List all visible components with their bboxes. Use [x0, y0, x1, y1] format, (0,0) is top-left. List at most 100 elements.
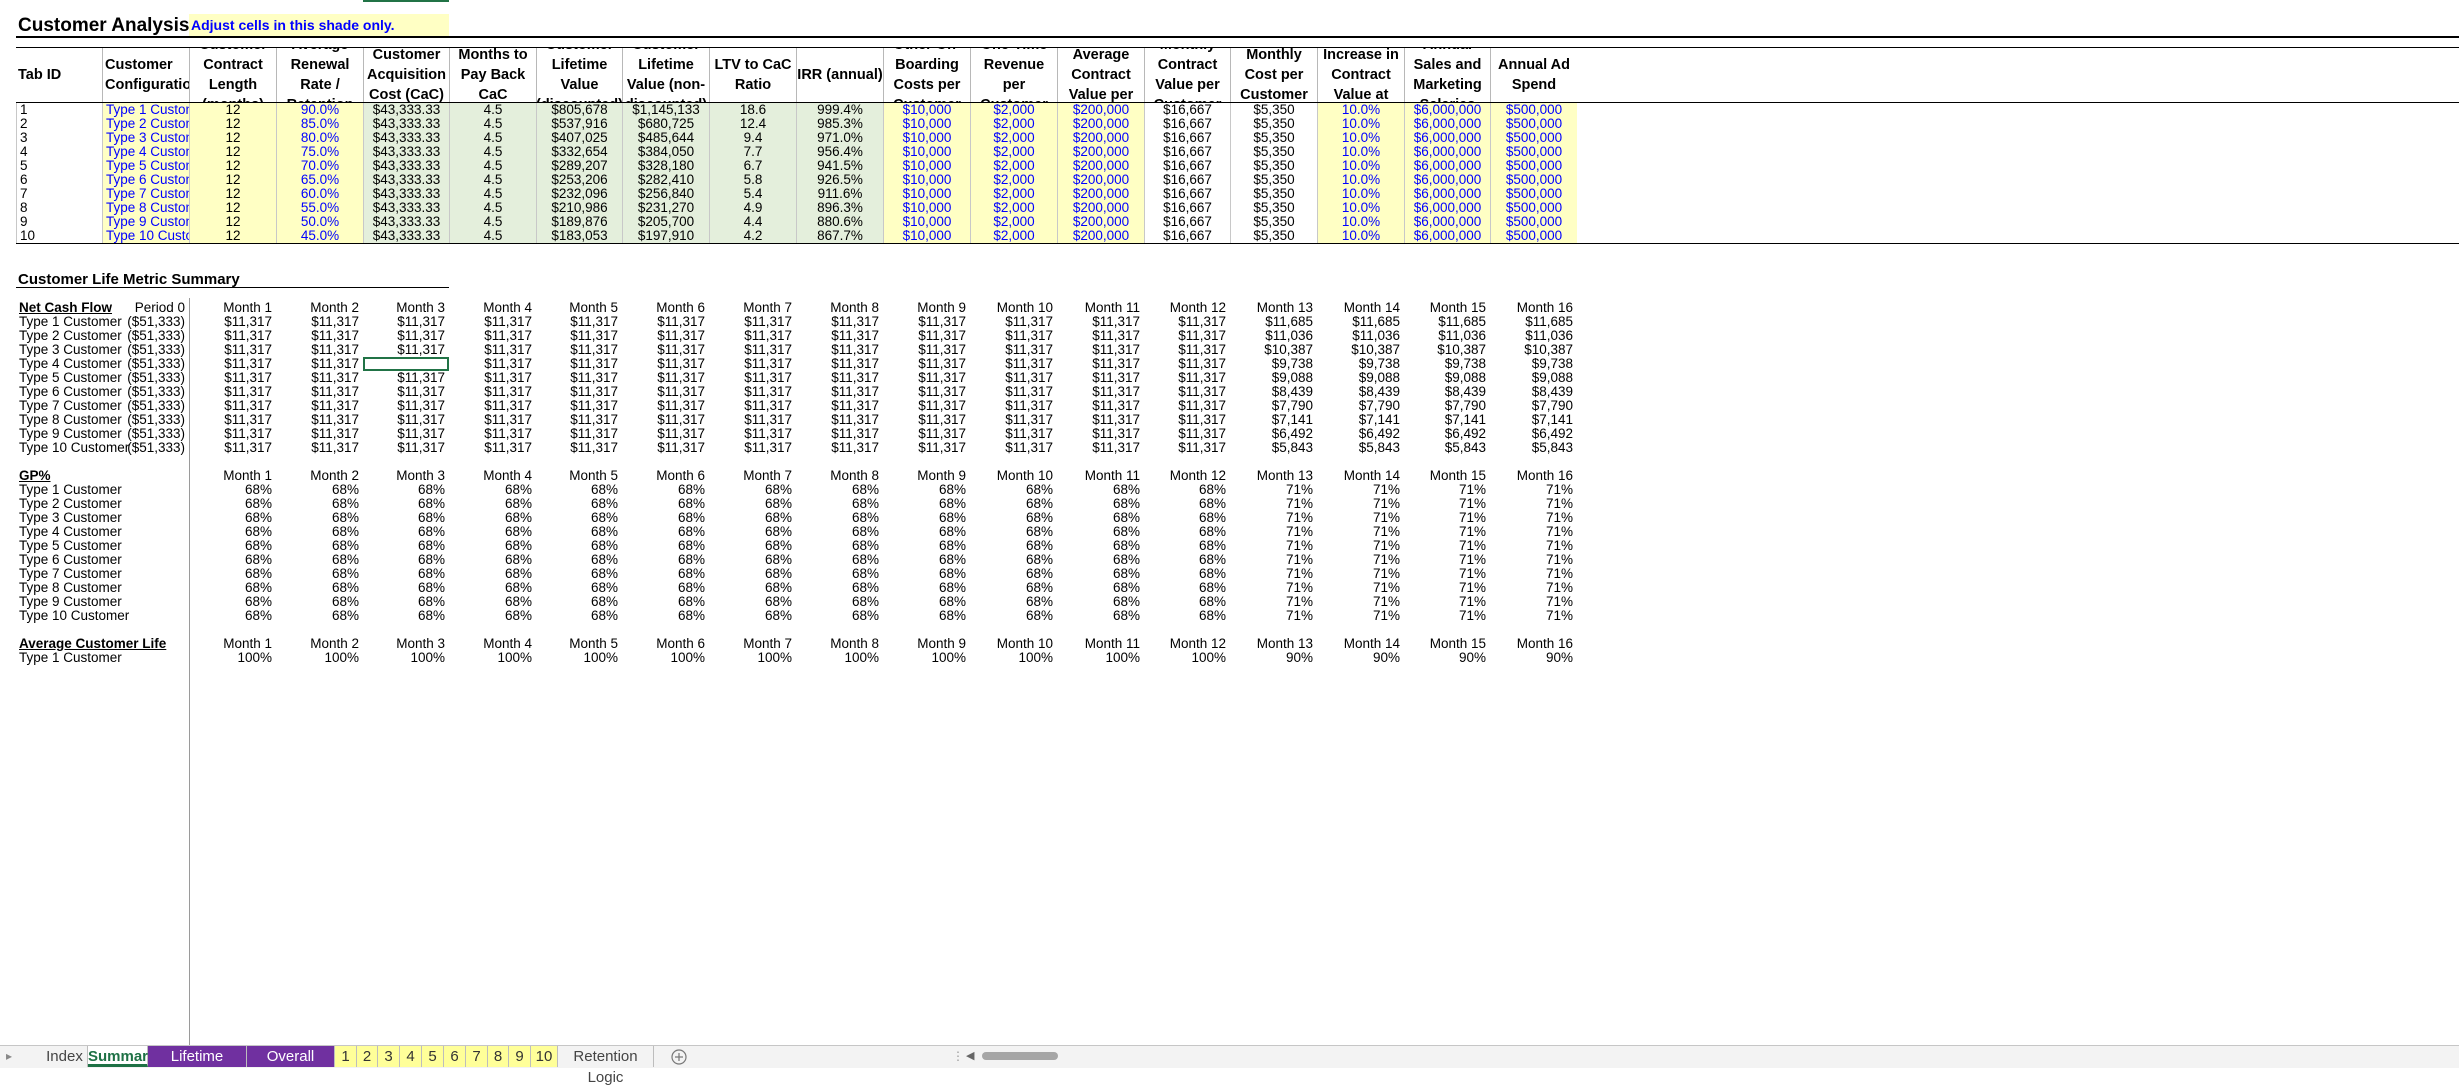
- cell-r8-c1[interactable]: Type 9 Customer: [102, 215, 189, 229]
- cell-r2-c14[interactable]: $5,350: [1230, 131, 1317, 145]
- net-cash-flow-cell-r5-m11[interactable]: $11,317: [1057, 371, 1144, 385]
- cell-r3-c5[interactable]: 4.5: [449, 145, 536, 159]
- cell-r2-c16[interactable]: $6,000,000: [1404, 131, 1490, 145]
- gp-cell-r2-m4[interactable]: 68%: [449, 497, 536, 511]
- gp-cell-r5-m2[interactable]: 68%: [276, 539, 363, 553]
- gp-cell-r9-m2[interactable]: 68%: [276, 595, 363, 609]
- cell-r1-c0[interactable]: 2: [16, 117, 102, 131]
- gp-cell-r4-m15[interactable]: 71%: [1404, 525, 1490, 539]
- cell-r7-c7[interactable]: $231,270: [622, 201, 709, 215]
- cell-r9-c13[interactable]: $16,667: [1144, 229, 1230, 243]
- sheet-tab-summary[interactable]: Summary: [88, 1046, 156, 1067]
- cell-r6-c1[interactable]: Type 7 Customer: [102, 187, 189, 201]
- net-cash-flow-cell-r1-m3[interactable]: $11,317: [363, 315, 449, 329]
- cell-r5-c9[interactable]: 926.5%: [796, 173, 883, 187]
- cell-r5-c8[interactable]: 5.8: [709, 173, 796, 187]
- net-cash-flow-cell-r8-m12[interactable]: $11,317: [1144, 413, 1230, 427]
- cell-r3-c11[interactable]: $2,000: [970, 145, 1057, 159]
- net-cash-flow-cell-r3-m10[interactable]: $11,317: [970, 343, 1057, 357]
- net-cash-flow-cell-r4-m4[interactable]: $11,317: [449, 357, 536, 371]
- cell-r8-c8[interactable]: 4.4: [709, 215, 796, 229]
- cell-r4-c11[interactable]: $2,000: [970, 159, 1057, 173]
- net-cash-flow-cell-r8-m15[interactable]: $7,141: [1404, 413, 1490, 427]
- avg-life-cell-r1-m9[interactable]: 100%: [883, 651, 970, 665]
- gp-cell-r6-m9[interactable]: 68%: [883, 553, 970, 567]
- cell-r3-c1[interactable]: Type 4 Customer: [102, 145, 189, 159]
- cell-r0-c16[interactable]: $6,000,000: [1404, 103, 1490, 117]
- add-sheet-icon[interactable]: [670, 1048, 688, 1066]
- avg-life-cell-r1-m15[interactable]: 90%: [1404, 651, 1490, 665]
- net-cash-flow-cell-r8-m3[interactable]: $11,317: [363, 413, 449, 427]
- gp-cell-r2-m10[interactable]: 68%: [970, 497, 1057, 511]
- gp-cell-r8-m10[interactable]: 68%: [970, 581, 1057, 595]
- cell-r1-c14[interactable]: $5,350: [1230, 117, 1317, 131]
- avg-life-cell-r1-m1[interactable]: 100%: [189, 651, 276, 665]
- gp-cell-r6-m16[interactable]: 71%: [1490, 553, 1577, 567]
- cell-r4-c3[interactable]: 70.0%: [276, 159, 363, 173]
- gp-cell-r3-m9[interactable]: 68%: [883, 511, 970, 525]
- cell-r7-c11[interactable]: $2,000: [970, 201, 1057, 215]
- net-cash-flow-cell-r5-m13[interactable]: $9,088: [1230, 371, 1317, 385]
- cell-r1-c7[interactable]: $680,725: [622, 117, 709, 131]
- net-cash-flow-cell-r2-m6[interactable]: $11,317: [622, 329, 709, 343]
- cell-r2-c5[interactable]: 4.5: [449, 131, 536, 145]
- cell-r7-c16[interactable]: $6,000,000: [1404, 201, 1490, 215]
- net-cash-flow-cell-r1-m15[interactable]: $11,685: [1404, 315, 1490, 329]
- cell-r1-c8[interactable]: 12.4: [709, 117, 796, 131]
- gp-cell-r6-m2[interactable]: 68%: [276, 553, 363, 567]
- net-cash-flow-period0-r6[interactable]: ($51,333): [102, 385, 189, 399]
- gp-cell-r3-m13[interactable]: 71%: [1230, 511, 1317, 525]
- gp-cell-r3-m14[interactable]: 71%: [1317, 511, 1404, 525]
- cell-r7-c17[interactable]: $500,000: [1490, 201, 1577, 215]
- avg-life-cell-r1-m4[interactable]: 100%: [449, 651, 536, 665]
- cell-r4-c17[interactable]: $500,000: [1490, 159, 1577, 173]
- net-cash-flow-cell-r10-m16[interactable]: $5,843: [1490, 441, 1577, 455]
- cell-r2-c15[interactable]: 10.0%: [1317, 131, 1404, 145]
- cell-r9-c12[interactable]: $200,000: [1057, 229, 1144, 243]
- cell-r4-c6[interactable]: $289,207: [536, 159, 622, 173]
- cell-r3-c13[interactable]: $16,667: [1144, 145, 1230, 159]
- gp-cell-r9-m12[interactable]: 68%: [1144, 595, 1230, 609]
- net-cash-flow-period0-r8[interactable]: ($51,333): [102, 413, 189, 427]
- net-cash-flow-cell-r4-m1[interactable]: $11,317: [189, 357, 276, 371]
- gp-cell-r3-m15[interactable]: 71%: [1404, 511, 1490, 525]
- cell-r0-c15[interactable]: 10.0%: [1317, 103, 1404, 117]
- net-cash-flow-cell-r10-m5[interactable]: $11,317: [536, 441, 622, 455]
- cell-r6-c10[interactable]: $10,000: [883, 187, 970, 201]
- cell-r8-c10[interactable]: $10,000: [883, 215, 970, 229]
- net-cash-flow-cell-r1-m12[interactable]: $11,317: [1144, 315, 1230, 329]
- cell-r8-c3[interactable]: 50.0%: [276, 215, 363, 229]
- net-cash-flow-cell-r8-m1[interactable]: $11,317: [189, 413, 276, 427]
- net-cash-flow-cell-r6-m12[interactable]: $11,317: [1144, 385, 1230, 399]
- net-cash-flow-cell-r7-m11[interactable]: $11,317: [1057, 399, 1144, 413]
- cell-r0-c4[interactable]: $43,333.33: [363, 103, 449, 117]
- gp-cell-r4-m5[interactable]: 68%: [536, 525, 622, 539]
- gp-cell-r8-m14[interactable]: 71%: [1317, 581, 1404, 595]
- gp-cell-r4-m2[interactable]: 68%: [276, 525, 363, 539]
- gp-cell-r5-m10[interactable]: 68%: [970, 539, 1057, 553]
- sheet-tab-5[interactable]: 5: [422, 1046, 444, 1067]
- cell-r3-c0[interactable]: 4: [16, 145, 102, 159]
- cell-r1-c13[interactable]: $16,667: [1144, 117, 1230, 131]
- cell-r7-c4[interactable]: $43,333.33: [363, 201, 449, 215]
- net-cash-flow-cell-r10-m12[interactable]: $11,317: [1144, 441, 1230, 455]
- net-cash-flow-cell-r10-m7[interactable]: $11,317: [709, 441, 796, 455]
- cell-r6-c14[interactable]: $5,350: [1230, 187, 1317, 201]
- tab-scroll-left-icon[interactable]: ▸: [6, 1046, 12, 1067]
- cell-r1-c4[interactable]: $43,333.33: [363, 117, 449, 131]
- net-cash-flow-cell-r4-m14[interactable]: $9,738: [1317, 357, 1404, 371]
- gp-cell-r3-m16[interactable]: 71%: [1490, 511, 1577, 525]
- sheet-tab-overall-visuals[interactable]: Overall Visuals: [247, 1046, 335, 1086]
- net-cash-flow-cell-r7-m14[interactable]: $7,790: [1317, 399, 1404, 413]
- net-cash-flow-cell-r3-m9[interactable]: $11,317: [883, 343, 970, 357]
- gp-cell-r2-m8[interactable]: 68%: [796, 497, 883, 511]
- gp-cell-r10-m14[interactable]: 71%: [1317, 609, 1404, 623]
- gp-cell-r5-m13[interactable]: 71%: [1230, 539, 1317, 553]
- cell-r5-c0[interactable]: 6: [16, 173, 102, 187]
- gp-cell-r3-m5[interactable]: 68%: [536, 511, 622, 525]
- net-cash-flow-cell-r9-m15[interactable]: $6,492: [1404, 427, 1490, 441]
- cell-r8-c5[interactable]: 4.5: [449, 215, 536, 229]
- cell-r5-c1[interactable]: Type 6 Customer: [102, 173, 189, 187]
- gp-cell-r10-m8[interactable]: 68%: [796, 609, 883, 623]
- cell-r9-c5[interactable]: 4.5: [449, 229, 536, 243]
